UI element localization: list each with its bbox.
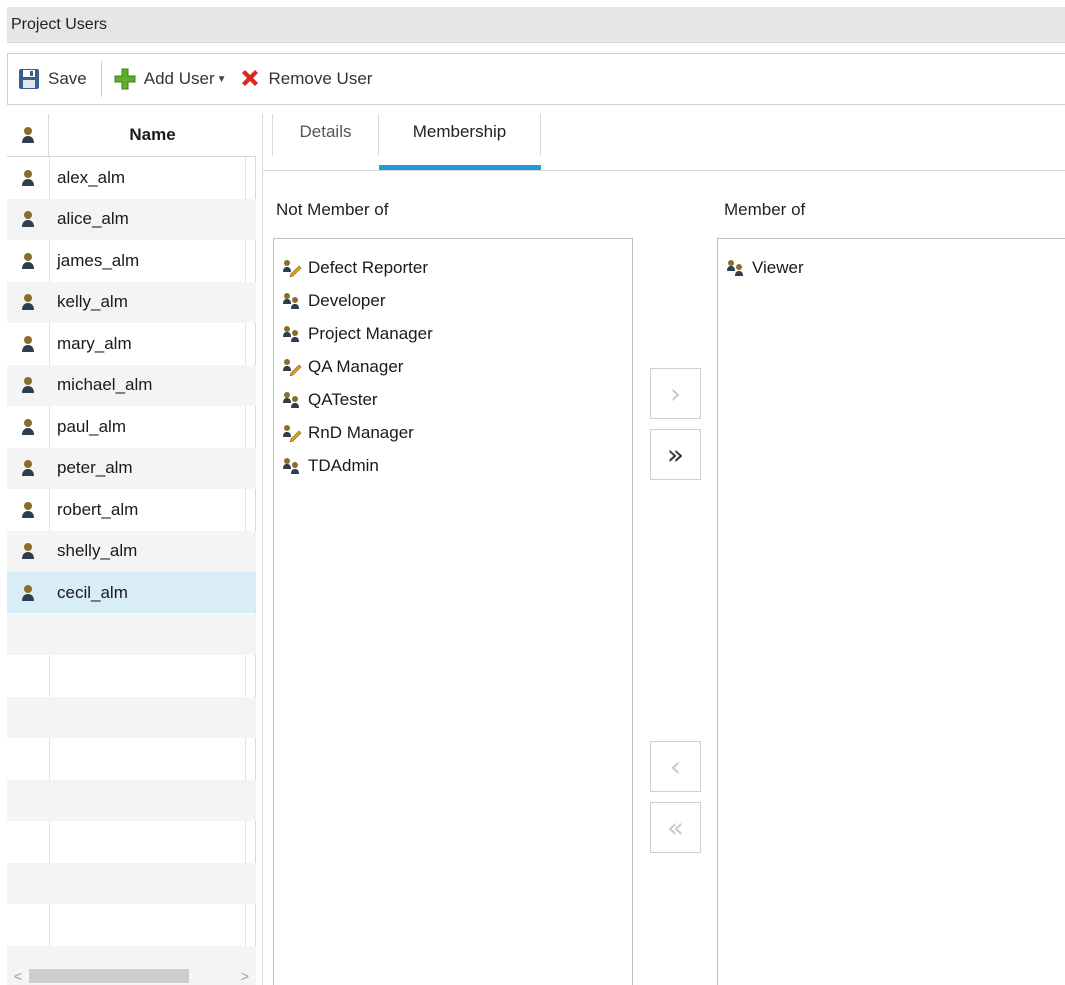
empty-row — [7, 904, 256, 945]
tab-divider — [262, 170, 1065, 171]
pane-splitter[interactable] — [262, 114, 263, 985]
empty-row — [7, 655, 256, 696]
empty-row — [7, 821, 256, 862]
save-icon — [18, 68, 40, 90]
save-label: Save — [48, 69, 87, 88]
group-icon — [282, 390, 302, 410]
remove-user-label: Remove User — [268, 69, 373, 88]
add-all-button[interactable]: » — [650, 429, 701, 480]
remove-icon — [239, 68, 261, 90]
user-name: peter_alm — [57, 458, 133, 477]
user-icon — [7, 459, 49, 477]
user-name: cecil_alm — [57, 582, 128, 602]
user-name: shelly_alm — [57, 541, 138, 560]
table-row[interactable]: kelly_alm — [7, 281, 256, 323]
user-icon — [7, 210, 49, 228]
table-row[interactable]: paul_alm — [7, 406, 256, 447]
user-icon — [7, 542, 49, 560]
tab-membership[interactable]: Membership — [379, 114, 541, 156]
list-item[interactable]: Project Manager — [274, 317, 632, 350]
group-name: TDAdmin — [308, 455, 379, 475]
list-item[interactable]: TDAdmin — [274, 449, 632, 482]
list-item[interactable]: Viewer — [718, 251, 1065, 284]
group-icon — [282, 291, 302, 311]
toolbar-separator — [100, 61, 102, 97]
tab-details[interactable]: Details — [273, 114, 379, 156]
member-label: Member of — [724, 200, 806, 219]
list-item[interactable]: QATester — [274, 383, 632, 416]
group-icon — [282, 324, 302, 344]
remove-user-button[interactable]: Remove User — [239, 61, 373, 97]
custom-group-icon — [282, 258, 302, 278]
empty-row — [7, 696, 256, 738]
member-list[interactable]: Viewer — [717, 238, 1065, 985]
user-icon — [7, 293, 49, 311]
user-name: mary_alm — [57, 333, 132, 353]
user-icon — [7, 169, 49, 187]
panel-title: Project Users — [7, 7, 1065, 43]
scroll-thumb[interactable] — [29, 968, 189, 983]
add-user-button[interactable]: Add User — [114, 61, 215, 97]
user-name: paul_alm — [57, 416, 126, 436]
not-member-label: Not Member of — [276, 200, 389, 219]
remove-selected-button[interactable]: ‹ — [650, 741, 701, 792]
chevron-down-icon[interactable]: ▼ — [217, 74, 227, 85]
user-icon — [7, 501, 49, 519]
scroll-left-icon[interactable]: < — [7, 968, 29, 984]
horizontal-scrollbar[interactable]: < > — [7, 966, 256, 985]
group-icon — [282, 456, 302, 476]
add-selected-button[interactable]: › — [650, 368, 701, 419]
table-row[interactable]: alex_alm — [7, 157, 256, 198]
list-item[interactable]: QA Manager — [274, 350, 632, 383]
name-column-header[interactable]: Name — [49, 125, 256, 145]
scroll-right-icon[interactable]: > — [234, 968, 256, 984]
user-name: alex_alm — [57, 167, 126, 187]
table-row[interactable]: mary_alm — [7, 323, 256, 364]
toolbar: Save Add User ▼ Remove User — [7, 53, 1065, 105]
list-item[interactable]: Defect Reporter — [274, 251, 632, 284]
user-icon — [7, 418, 49, 436]
group-icon — [726, 258, 746, 278]
table-row[interactable]: james_alm — [7, 240, 256, 281]
empty-row — [7, 862, 256, 904]
table-row[interactable]: michael_alm — [7, 364, 256, 406]
table-row[interactable]: shelly_alm — [7, 530, 256, 572]
table-row[interactable]: robert_alm — [7, 489, 256, 530]
add-user-label: Add User — [143, 69, 215, 88]
user-name: robert_alm — [57, 499, 139, 519]
empty-row — [7, 779, 256, 821]
table-row[interactable]: cecil_alm — [7, 572, 256, 613]
group-name: QATester — [308, 389, 378, 409]
list-item[interactable]: Developer — [274, 284, 632, 317]
not-member-list[interactable]: Defect Reporter Developer Project Manager Q… — [273, 238, 633, 985]
group-name: QA Manager — [308, 356, 404, 376]
user-name: michael_alm — [57, 375, 153, 394]
custom-group-icon — [282, 357, 302, 377]
group-name: RnD Manager — [308, 422, 414, 442]
user-icon — [7, 584, 49, 602]
user-name: james_alm — [57, 250, 140, 270]
user-icon — [7, 335, 49, 353]
group-name: Project Manager — [308, 323, 433, 343]
group-name: Developer — [308, 290, 386, 310]
user-name: kelly_alm — [57, 292, 128, 311]
group-name: Viewer — [752, 257, 804, 277]
user-icon — [7, 376, 49, 394]
custom-group-icon — [282, 423, 302, 443]
table-row[interactable]: alice_alm — [7, 198, 256, 240]
remove-all-button[interactable]: « — [650, 802, 701, 853]
user-name: alice_alm — [57, 209, 129, 228]
empty-row — [7, 613, 256, 655]
save-button[interactable]: Save — [18, 61, 87, 97]
empty-row — [7, 738, 256, 779]
table-row[interactable]: peter_alm — [7, 447, 256, 489]
user-grid-header: Name — [7, 114, 256, 157]
add-user-icon — [114, 68, 136, 90]
user-column-icon[interactable] — [7, 114, 49, 156]
user-icon — [7, 252, 49, 270]
group-name: Defect Reporter — [308, 257, 428, 277]
list-item[interactable]: RnD Manager — [274, 416, 632, 449]
